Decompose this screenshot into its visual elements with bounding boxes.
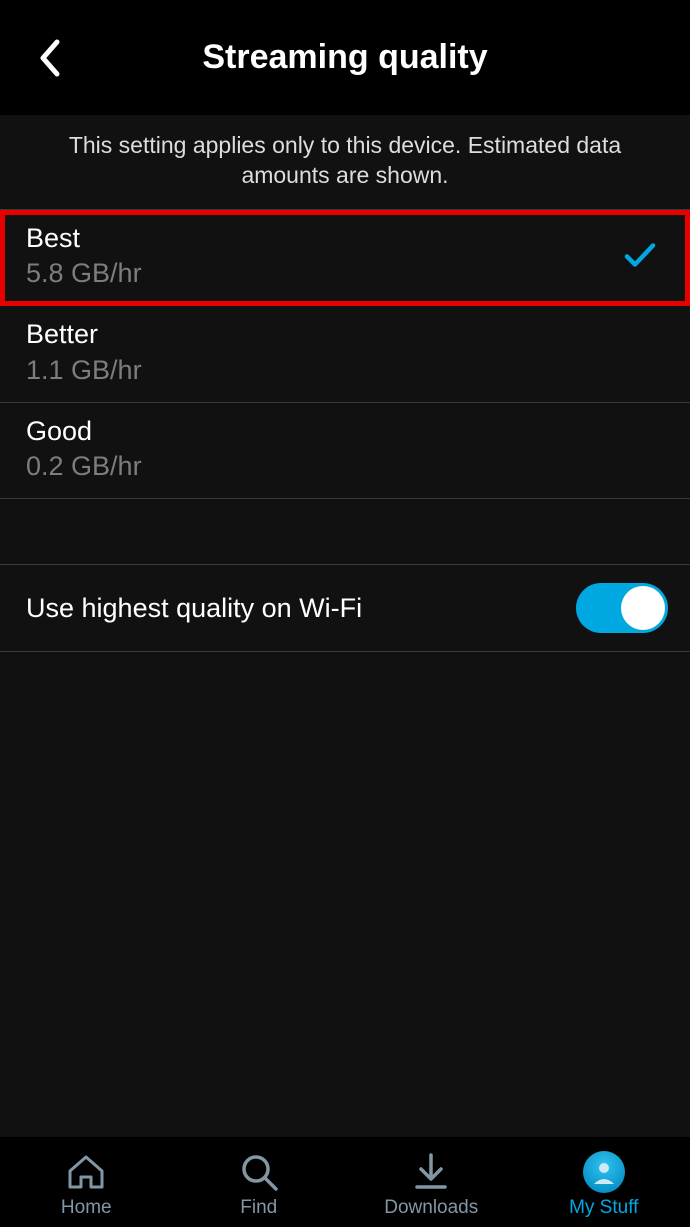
nav-downloads[interactable]: Downloads: [345, 1151, 518, 1219]
nav-home[interactable]: Home: [0, 1151, 173, 1219]
nav-label: Home: [61, 1197, 112, 1219]
quality-option-best[interactable]: Best 5.8 GB/hr: [0, 210, 690, 307]
nav-my-stuff[interactable]: My Stuff: [518, 1151, 690, 1219]
avatar-icon: [583, 1151, 625, 1193]
nav-label: My Stuff: [569, 1197, 638, 1219]
info-text: This setting applies only to this device…: [0, 115, 690, 209]
spacer-row: [0, 499, 690, 565]
nav-label: Downloads: [384, 1197, 478, 1219]
content: This setting applies only to this device…: [0, 115, 690, 1137]
chevron-left-icon: [37, 38, 63, 78]
nav-label: Find: [240, 1197, 277, 1219]
option-sub: 1.1 GB/hr: [26, 353, 664, 388]
option-sub: 0.2 GB/hr: [26, 449, 664, 484]
option-title: Best: [26, 220, 664, 256]
checkmark-icon: [624, 241, 656, 274]
toggle-knob: [621, 586, 665, 630]
header: Streaming quality: [0, 0, 690, 115]
quality-options: Best 5.8 GB/hr Better 1.1 GB/hr Good 0.2…: [0, 209, 690, 499]
wifi-toggle-label: Use highest quality on Wi-Fi: [26, 593, 362, 624]
option-title: Good: [26, 413, 664, 449]
screen: Streaming quality This setting applies o…: [0, 0, 690, 1227]
wifi-quality-row[interactable]: Use highest quality on Wi-Fi: [0, 565, 690, 652]
back-button[interactable]: [30, 38, 70, 78]
home-icon: [65, 1151, 107, 1193]
quality-option-good[interactable]: Good 0.2 GB/hr: [0, 403, 690, 499]
bottom-nav: Home Find Downloads: [0, 1137, 690, 1227]
option-title: Better: [26, 316, 664, 352]
option-sub: 5.8 GB/hr: [26, 256, 664, 291]
page-title: Streaming quality: [0, 38, 690, 77]
nav-find[interactable]: Find: [173, 1151, 346, 1219]
wifi-toggle[interactable]: [576, 583, 668, 633]
download-icon: [410, 1151, 452, 1193]
search-icon: [238, 1151, 280, 1193]
quality-option-better[interactable]: Better 1.1 GB/hr: [0, 306, 690, 403]
